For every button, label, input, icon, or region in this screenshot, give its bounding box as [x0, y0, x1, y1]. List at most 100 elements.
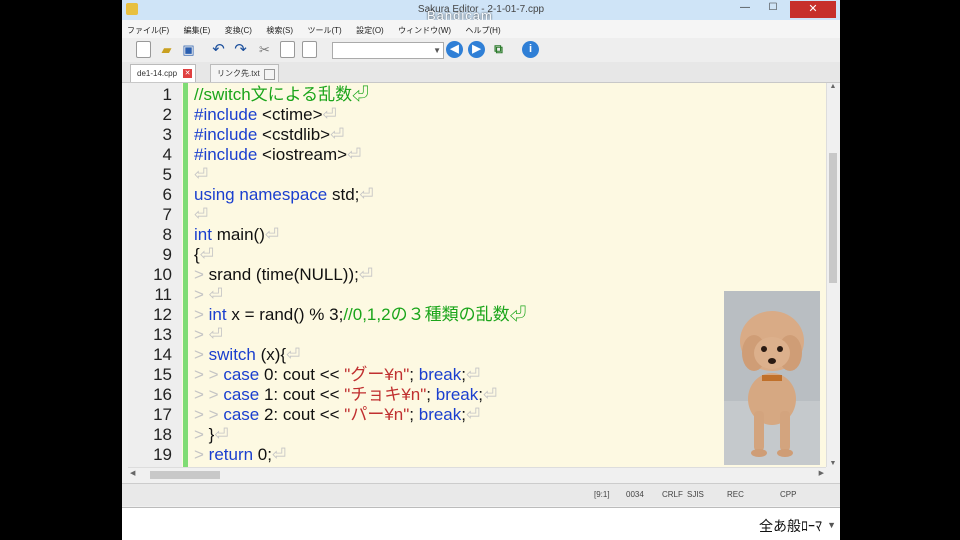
code-token: ;: [426, 385, 436, 404]
line-number: 17: [153, 405, 172, 424]
ime-mode-text[interactable]: 全あ般ﾛｰﾏ: [759, 516, 822, 536]
line-number: 10: [153, 265, 172, 284]
new-file-icon[interactable]: [136, 41, 151, 58]
horizontal-scrollbar[interactable]: ◀ ▶: [128, 467, 826, 482]
dog-illustration: [724, 291, 820, 465]
grep-icon[interactable]: ⧉: [490, 41, 507, 58]
code-token: main(): [211, 225, 265, 244]
code-line[interactable]: 17 > > case 2: cout << "パー¥n"; break;⏎: [128, 405, 828, 425]
code-line[interactable]: 6 using namespace std;⏎: [128, 185, 828, 205]
code-token: #include: [194, 125, 258, 144]
chevron-down-icon[interactable]: ▼: [827, 520, 836, 530]
code-line[interactable]: 4 #include <iostream>⏎: [128, 145, 828, 165]
code-token: case: [223, 405, 260, 424]
encoding[interactable]: SJIS: [687, 490, 704, 499]
code-line[interactable]: 18 > }⏎: [128, 425, 828, 445]
syntax-mode[interactable]: CPP: [780, 490, 796, 499]
code-token: > >: [194, 365, 224, 384]
code-token: "パー¥n": [344, 405, 410, 424]
code-line[interactable]: 12 > int x = rand() % 3;//0,1,2の３種類の乱数⏎: [128, 305, 828, 325]
code-line[interactable]: 1 //switch文による乱数⏎: [128, 85, 828, 105]
line-number: 6: [162, 185, 172, 204]
code-token: > ⏎: [194, 325, 223, 344]
tab-close-icon[interactable]: ✕: [183, 69, 193, 78]
code-token: break: [418, 365, 462, 384]
code-line[interactable]: 3 #include <cstdlib>⏎: [128, 125, 828, 145]
char-code: 0034: [626, 490, 644, 499]
code-text: > ⏎: [194, 325, 223, 345]
code-token: int: [208, 305, 227, 324]
code-token: ⏎: [466, 365, 481, 384]
code-token: return: [208, 445, 254, 464]
scrollbar-thumb[interactable]: [829, 153, 837, 283]
code-token: break: [435, 385, 479, 404]
code-line[interactable]: 8 int main()⏎: [128, 225, 828, 245]
vertical-scrollbar[interactable]: ▲ ▼: [826, 83, 839, 467]
code-token: ;: [409, 405, 419, 424]
tab-document[interactable]: リンク先.txt: [210, 64, 279, 82]
save-icon[interactable]: ▣: [180, 41, 197, 58]
code-line[interactable]: 2 #include <ctime>⏎: [128, 105, 828, 125]
code-text: > srand (time(NULL));⏎: [194, 265, 373, 285]
search-combo-box[interactable]: ▼: [332, 42, 444, 59]
code-line[interactable]: 16 > > case 1: cout << "チョキ¥n"; break;⏎: [128, 385, 828, 405]
maximize-icon[interactable]: ☐: [762, 2, 784, 16]
code-line[interactable]: 14 > switch (x){⏎: [128, 345, 828, 365]
scroll-left-icon[interactable]: ◀: [130, 469, 135, 477]
code-line[interactable]: 9 {⏎: [128, 245, 828, 265]
redo-icon[interactable]: ↷: [232, 41, 249, 58]
code-token: <iostream>: [257, 145, 348, 164]
code-line[interactable]: 7 ⏎: [128, 205, 828, 225]
undo-icon[interactable]: ↶: [210, 41, 227, 58]
line-number: 13: [153, 325, 172, 344]
line-number: 5: [162, 165, 172, 184]
close-icon[interactable]: ✕: [790, 1, 836, 18]
copy-icon[interactable]: [280, 41, 295, 58]
code-token: (x){: [255, 345, 287, 364]
minimize-icon[interactable]: —: [734, 2, 756, 16]
code-token: >: [194, 425, 209, 444]
cut-icon[interactable]: ✂: [256, 41, 273, 58]
scroll-down-icon[interactable]: ▼: [827, 460, 839, 467]
search-prev-icon[interactable]: ◀: [446, 41, 463, 58]
code-text: using namespace std;⏎: [194, 185, 374, 205]
tab-active-document[interactable]: de1-14.cpp ✕: [130, 64, 197, 82]
code-line[interactable]: 15 > > case 0: cout << "グー¥n"; break;⏎: [128, 365, 828, 385]
code-token: <cstdlib>: [257, 125, 331, 144]
line-number: 7: [162, 205, 172, 224]
code-token: 0;: [253, 445, 272, 464]
code-line[interactable]: 5 ⏎: [128, 165, 828, 185]
code-token: ⏎: [358, 265, 374, 284]
code-token: int: [194, 225, 212, 244]
code-line[interactable]: 19 > return 0;⏎: [128, 445, 828, 465]
code-token: ⏎: [199, 245, 214, 264]
scroll-right-icon[interactable]: ▶: [819, 469, 824, 477]
code-lines: 1//switch文による乱数⏎ 2 #include <ctime>⏎ 3 #incl…: [128, 85, 828, 467]
paste-icon[interactable]: [302, 41, 317, 58]
code-token: > >: [194, 405, 224, 424]
code-token: ⏎: [214, 425, 229, 444]
tab-close-icon[interactable]: [263, 69, 275, 80]
code-token: ⏎: [466, 405, 481, 424]
code-token: ⏎: [286, 345, 301, 364]
info-icon[interactable]: i: [522, 41, 539, 58]
line-ending[interactable]: CRLF: [662, 490, 683, 499]
code-token: 1: cout <<: [259, 385, 345, 404]
code-token: > ⏎: [194, 285, 223, 304]
input-mode[interactable]: REC: [727, 490, 744, 499]
code-text: //switch文による乱数⏎: [194, 85, 369, 105]
scroll-up-icon[interactable]: ▲: [827, 83, 839, 90]
tab-label: de1-14.cpp: [137, 69, 178, 78]
search-next-icon[interactable]: ▶: [468, 41, 485, 58]
code-text: > > case 2: cout << "パー¥n"; break;⏎: [194, 405, 480, 425]
line-number: 16: [153, 385, 172, 404]
scrollbar-thumb[interactable]: [150, 471, 220, 479]
code-token: ⏎: [194, 205, 209, 224]
line-number: 11: [154, 285, 172, 304]
line-number: 3: [162, 125, 172, 144]
code-line[interactable]: 10 > srand (time(NULL));⏎: [128, 265, 828, 285]
code-line[interactable]: 13 > ⏎: [128, 325, 828, 345]
code-token: //0,1,2の３種類の乱数⏎: [343, 305, 527, 324]
open-folder-icon[interactable]: ▰: [158, 41, 175, 58]
code-line[interactable]: 11 > ⏎: [128, 285, 828, 305]
